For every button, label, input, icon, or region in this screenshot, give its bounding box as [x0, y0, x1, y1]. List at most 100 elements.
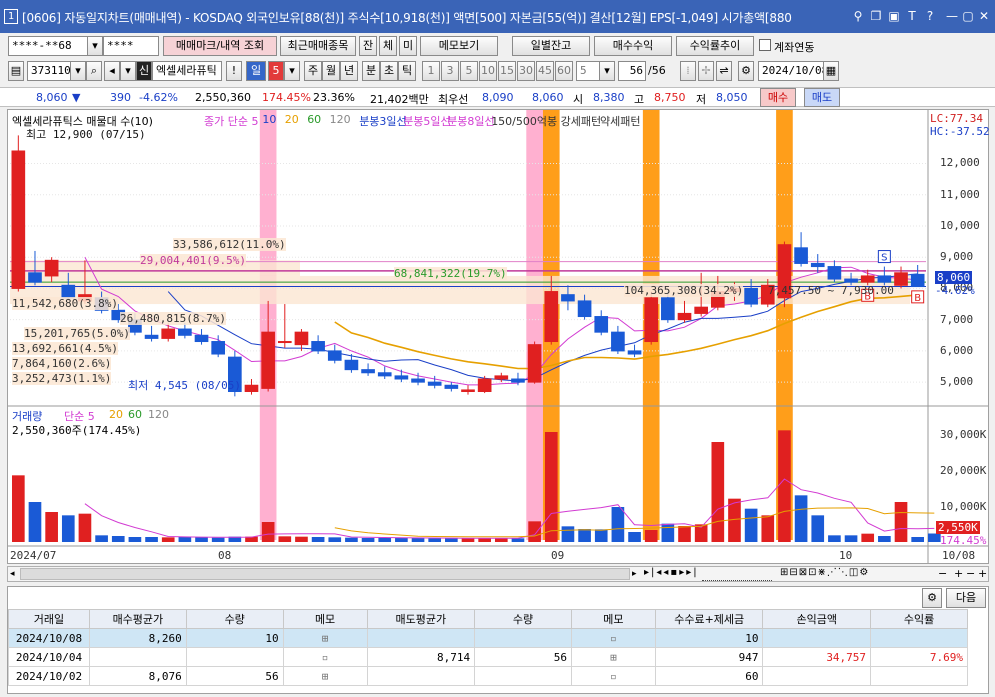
column-header[interactable]: 거래일	[8, 609, 90, 629]
sound-dropdown[interactable]: ▾	[120, 61, 136, 81]
table-row[interactable]: 2024/10/04 ▫ 8,714 56 ⊞ 947 34,757 7.69%	[8, 647, 968, 667]
period-minute-tab[interactable]: 분	[362, 61, 380, 81]
return-trend-button[interactable]: 수익률추이	[676, 36, 754, 56]
search-icon[interactable]: ⌕	[86, 61, 102, 81]
period-month-tab[interactable]: 월	[322, 61, 340, 81]
column-header[interactable]: 수익률	[870, 609, 968, 629]
price-chart[interactable]: SBB 엑셀세라퓨틱스 매물대 수(10) 종가 단순 5 10 20 60 120 분봉…	[7, 109, 990, 564]
next-button[interactable]: 다음	[946, 588, 986, 608]
legend-item: 분봉8일선	[447, 115, 495, 128]
account-dropdown[interactable]: ▾	[87, 36, 103, 56]
settings-toggle-icon[interactable]: ⇌	[716, 61, 732, 81]
font-icon[interactable]: T	[904, 8, 920, 24]
interval-30[interactable]: 30	[517, 61, 535, 81]
interval-1[interactable]: 1	[422, 61, 440, 81]
column-header[interactable]: 매도평균가	[366, 609, 476, 629]
period-week-tab[interactable]: 주	[304, 61, 322, 81]
maximize-icon[interactable]: ▢	[960, 8, 976, 24]
memo-icon[interactable]: ▫	[570, 628, 656, 648]
scroll-left-icon[interactable]: ◂	[10, 568, 20, 580]
memo-icon[interactable]: ⊞	[570, 647, 656, 667]
memo-icon[interactable]: ⊞	[282, 628, 368, 648]
volume-bar	[195, 537, 208, 542]
interval-10[interactable]: 10	[479, 61, 497, 81]
zoom-minus-icon[interactable]: −	[966, 567, 975, 580]
help-icon[interactable]: ?	[922, 8, 938, 24]
interval-60[interactable]: 60	[555, 61, 573, 81]
playback-controls[interactable]: ▸|◂◂▪▸▸|	[644, 567, 699, 578]
zoom-plus-icon[interactable]: +	[978, 567, 987, 580]
interval-dropdown[interactable]: ▾	[599, 61, 615, 81]
trade-mark-query-button[interactable]: 매매마크/내역 조회	[163, 36, 277, 56]
grid-icon[interactable]: ⁞	[680, 61, 696, 81]
table-cell	[870, 666, 968, 686]
menu-icon[interactable]: ▤	[8, 61, 24, 81]
column-header[interactable]: 메모	[282, 609, 368, 629]
volume-profile-label: 29,004,401(9.5%)	[140, 254, 246, 267]
period-second-tab[interactable]: 초	[380, 61, 398, 81]
stock-code-input[interactable]: 373110	[27, 61, 71, 81]
crosshair-icon[interactable]: ✢	[698, 61, 714, 81]
period-day-tab[interactable]: 일	[246, 61, 266, 81]
candle-body	[794, 247, 808, 264]
interval-5[interactable]: 5	[460, 61, 478, 81]
period-year-tab[interactable]: 년	[340, 61, 358, 81]
zoom-slider[interactable]	[702, 567, 772, 581]
password-input[interactable]: ****	[103, 36, 159, 56]
ma20-line	[334, 294, 918, 370]
window-number[interactable]: 1	[4, 9, 18, 24]
table-gear-icon[interactable]: ⚙	[922, 588, 942, 608]
zoom-out-icon[interactable]: −	[938, 567, 947, 580]
table-row[interactable]: 2024/10/02 8,076 56 ⊞ ▫ 60	[8, 666, 968, 686]
code-dropdown[interactable]: ▾	[70, 61, 86, 81]
copy-icon[interactable]: ❐	[868, 8, 884, 24]
period-dropdown[interactable]: ▾	[284, 61, 300, 81]
buy-profit-button[interactable]: 매수수익	[594, 36, 672, 56]
chart-canvas[interactable]: SB B	[8, 110, 988, 563]
column-header[interactable]: 메모	[570, 609, 656, 629]
interval-15[interactable]: 15	[498, 61, 516, 81]
period-tick-tab[interactable]: 틱	[398, 61, 416, 81]
daily-balance-button[interactable]: 일별잔고	[512, 36, 590, 56]
column-header[interactable]: 손익금액	[762, 609, 872, 629]
close-icon[interactable]: ✕	[976, 8, 992, 24]
memo-view-button[interactable]: 메모보기	[420, 36, 498, 56]
new-icon[interactable]: 신	[136, 61, 152, 81]
sound-icon[interactable]: ◂	[104, 61, 120, 81]
sell-button[interactable]: 매도	[804, 88, 840, 107]
memo-icon[interactable]: ▫	[282, 647, 368, 667]
column-header[interactable]: 수량	[185, 609, 284, 629]
date-input[interactable]: 2024/10/08	[758, 61, 824, 81]
candle-body	[877, 275, 892, 283]
interval-3[interactable]: 3	[441, 61, 459, 81]
filled-button[interactable]: 체	[379, 36, 397, 56]
page-input[interactable]: 56	[618, 61, 646, 81]
scroll-right-icon[interactable]: ▸	[632, 568, 642, 580]
column-header[interactable]: 매수평균가	[88, 609, 187, 629]
unfilled-button[interactable]: 미	[399, 36, 417, 56]
column-header[interactable]: 수수료+제세금	[654, 609, 764, 629]
volume-profile-label: 15,201,765(5.0%)	[24, 327, 130, 340]
account-input[interactable]: ****-**68	[8, 36, 88, 56]
buy-button[interactable]: 매수	[760, 88, 796, 107]
alert-icon[interactable]: !	[226, 61, 242, 81]
drawing-tools-icon[interactable]: ⊞⊟⊠⊡⋇⋰⋱◫⚙	[780, 567, 869, 578]
calendar-icon[interactable]: ▦	[823, 61, 839, 81]
balance-button[interactable]: 잔	[359, 36, 377, 56]
chart-scroll-bar[interactable]: ◂ ▸ ▸|◂◂▪▸▸| ⊞⊟⊠⊡⋇⋰⋱◫⚙ − + − +	[7, 566, 989, 582]
column-header[interactable]: 수량	[474, 609, 572, 629]
interval-45[interactable]: 45	[536, 61, 554, 81]
gear-icon[interactable]: ⚙	[738, 61, 754, 81]
account-link-checkbox[interactable]	[759, 39, 771, 51]
memo-icon[interactable]: ▫	[570, 666, 656, 686]
minimize-icon[interactable]: —	[944, 8, 960, 24]
memo-icon[interactable]: ⊞	[282, 666, 368, 686]
period-value[interactable]: 5	[268, 61, 284, 81]
table-row[interactable]: 2024/10/08 8,260 10 ⊞ ▫ 10	[8, 628, 968, 648]
pin-icon[interactable]: ⚲	[850, 8, 866, 24]
layout-icon[interactable]: ▣	[886, 8, 902, 24]
recent-trades-button[interactable]: 최근매매종목	[280, 36, 356, 56]
scroll-thumb[interactable]	[20, 568, 630, 580]
interval-value[interactable]: 5	[576, 61, 600, 81]
zoom-in-icon[interactable]: +	[954, 567, 963, 580]
